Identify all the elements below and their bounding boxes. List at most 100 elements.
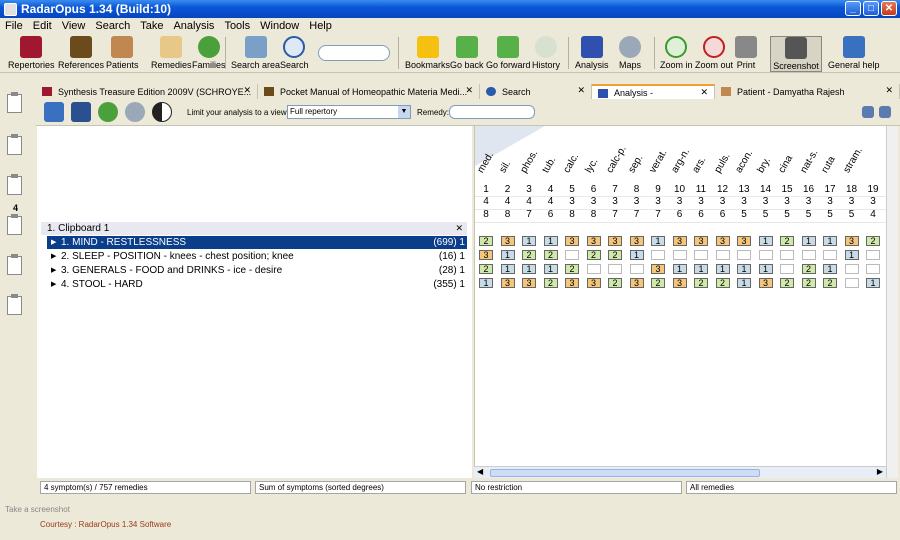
analysis-view-icon[interactable] [44, 102, 64, 122]
clipboard-header[interactable]: 1. Clipboard 1 ✕ [41, 222, 467, 235]
grade-cell[interactable]: 1 [801, 236, 816, 246]
grade-cell[interactable]: 1 [543, 264, 558, 274]
grade-cell[interactable]: 3 [586, 236, 601, 246]
menu-analysis[interactable]: Analysis [168, 20, 219, 32]
tab-analysis[interactable]: Analysis - ✕ [592, 84, 715, 99]
remedy-header[interactable]: calc. [561, 152, 581, 175]
view-select[interactable]: Full repertory ▼ [287, 105, 411, 119]
clipboard-icon[interactable] [7, 294, 22, 315]
grade-cell[interactable]: 1 [715, 264, 730, 274]
analysis-button[interactable]: Analysis [575, 36, 609, 72]
tab-synthesis[interactable]: Synthesis Treasure Edition 2009V (SCHROY… [36, 84, 258, 99]
menu-view[interactable]: View [57, 20, 91, 32]
remedy-header[interactable]: arg-n. [669, 147, 692, 175]
tab-close-icon[interactable]: ✕ [885, 85, 893, 96]
tab-close-icon[interactable]: ✕ [577, 85, 585, 96]
tab-close-icon[interactable]: ✕ [243, 85, 251, 96]
grade-cell[interactable] [780, 264, 794, 274]
grade-cell[interactable] [823, 250, 837, 260]
grade-cell[interactable]: 1 [522, 264, 536, 274]
grade-cell[interactable]: 2 [479, 236, 493, 246]
tab-close-icon[interactable]: ✕ [700, 87, 708, 98]
menu-file[interactable]: File [0, 20, 28, 32]
status-sort-select[interactable]: Sum of symptoms (sorted degrees) [255, 481, 466, 494]
remedy-header[interactable]: ars. [690, 155, 708, 175]
grade-cell[interactable]: 1 [479, 278, 493, 288]
horizontal-scrollbar[interactable]: ◀ ▶ [474, 466, 886, 478]
grade-cell[interactable]: 2 [522, 250, 536, 260]
clipboard-icon[interactable] [7, 214, 22, 235]
grade-cell[interactable]: 3 [629, 278, 644, 288]
grade-cell[interactable]: 2 [543, 278, 558, 288]
remedy-header[interactable]: calc-p. [604, 144, 628, 175]
grade-cell[interactable]: 2 [543, 250, 558, 260]
remedy-input[interactable] [449, 105, 535, 119]
grade-cell[interactable] [844, 278, 859, 288]
collapse-icon[interactable] [862, 106, 874, 118]
grade-cell[interactable]: 2 [694, 278, 708, 288]
grade-cell[interactable]: 1 [823, 236, 837, 246]
grade-cell[interactable] [715, 250, 730, 260]
expand-arrow-icon[interactable]: ▶ [51, 236, 56, 249]
clipboard-icon[interactable] [7, 134, 22, 155]
grade-cell[interactable]: 2 [565, 264, 579, 274]
grade-cell[interactable]: 2 [780, 236, 794, 246]
expand-arrow-icon[interactable]: ▶ [51, 250, 56, 263]
remedy-header[interactable]: sep. [626, 153, 645, 175]
clipboard-icon[interactable] [7, 174, 22, 195]
grade-cell[interactable]: 2 [801, 278, 816, 288]
screenshot-button[interactable]: Screenshot [770, 36, 822, 72]
clipboard-icon[interactable] [7, 92, 22, 113]
grade-cell[interactable]: 1 [500, 250, 515, 260]
grade-cell[interactable] [629, 264, 644, 274]
grade-cell[interactable]: 2 [608, 250, 622, 260]
grade-cell[interactable] [694, 250, 708, 260]
grade-cell[interactable]: 3 [694, 236, 708, 246]
close-icon[interactable]: ✕ [455, 222, 463, 235]
grade-cell[interactable]: 1 [823, 264, 837, 274]
grade-cell[interactable]: 1 [543, 236, 558, 246]
scroll-thumb[interactable] [490, 469, 760, 477]
go-forward-button[interactable]: Go forward [486, 36, 531, 72]
remedy-header[interactable]: ruta [819, 155, 837, 175]
menu-take[interactable]: Take [135, 20, 168, 32]
grade-cell[interactable]: 3 [672, 236, 687, 246]
grade-cell[interactable]: 1 [758, 236, 773, 246]
grade-cell[interactable]: 3 [737, 236, 751, 246]
references-button[interactable]: References [58, 36, 104, 72]
close-button[interactable]: ✕ [881, 1, 897, 16]
menu-window[interactable]: Window [255, 20, 304, 32]
patients-button[interactable]: Patients [106, 36, 139, 72]
menu-help[interactable]: Help [304, 20, 337, 32]
maps-button[interactable]: Maps [619, 36, 641, 72]
grade-cell[interactable]: 3 [522, 278, 536, 288]
grade-cell[interactable] [866, 264, 880, 274]
grade-cell[interactable]: 3 [608, 236, 622, 246]
rubric-row[interactable]: ▶ 3. GENERALS - FOOD and DRINKS - ice - d… [47, 264, 467, 277]
grade-cell[interactable]: 1 [522, 236, 536, 246]
grade-cell[interactable]: 1 [651, 236, 665, 246]
settings-icon[interactable] [879, 106, 891, 118]
globe-icon[interactable] [125, 102, 145, 122]
grade-cell[interactable]: 3 [479, 250, 493, 260]
tab-search[interactable]: Search ✕ [480, 84, 592, 99]
tree-icon[interactable] [98, 102, 118, 122]
grade-cell[interactable] [801, 250, 816, 260]
grade-cell[interactable] [866, 250, 880, 260]
grade-cell[interactable] [586, 264, 601, 274]
go-back-button[interactable]: Go back [450, 36, 484, 72]
remedy-header[interactable]: verat. [647, 148, 669, 175]
menu-tools[interactable]: Tools [219, 20, 255, 32]
expand-arrow-icon[interactable]: ▶ [51, 278, 56, 291]
remedy-header[interactable]: lyc. [583, 157, 600, 175]
grade-cell[interactable] [844, 264, 859, 274]
status-remedies[interactable]: All remedies [686, 481, 897, 494]
menu-search[interactable]: Search [90, 20, 135, 32]
vertical-scrollbar[interactable] [886, 126, 898, 478]
grade-cell[interactable]: 1 [844, 250, 859, 260]
grade-cell[interactable]: 2 [715, 278, 730, 288]
remedy-header[interactable]: nat-s. [798, 148, 820, 175]
grade-cell[interactable]: 2 [651, 278, 665, 288]
bookmarks-button[interactable]: Bookmarks [405, 36, 450, 72]
grade-cell[interactable]: 2 [479, 264, 493, 274]
